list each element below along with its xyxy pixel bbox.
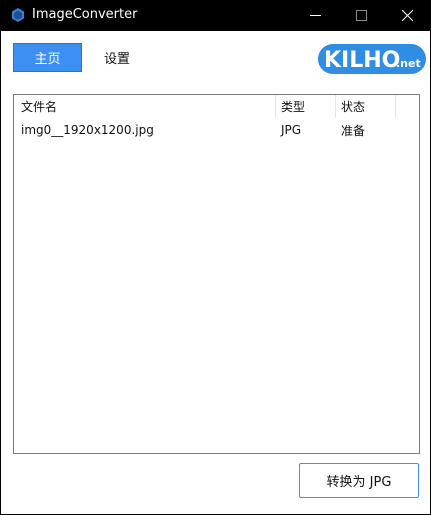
tab-home[interactable]: 主页 — [13, 43, 82, 72]
app-logo-icon — [12, 8, 24, 22]
column-header-filename[interactable]: 文件名 — [21, 95, 271, 118]
cell-filename: img0__1920x1200.jpg — [21, 123, 154, 137]
window-title: ImageConverter — [32, 7, 138, 22]
table-row[interactable]: img0__1920x1200.jpg JPG 准备 — [14, 119, 419, 141]
logo-text-suffix: .net — [396, 57, 421, 70]
maximize-button[interactable] — [338, 0, 384, 31]
column-header-status[interactable]: 状态 — [341, 95, 391, 118]
close-icon — [401, 10, 413, 21]
tab-settings[interactable]: 设置 — [94, 43, 140, 72]
minimize-button[interactable] — [292, 0, 338, 31]
cell-status: 准备 — [341, 123, 366, 138]
title-bar[interactable]: ImageConverter — [1, 0, 430, 31]
column-header-type[interactable]: 类型 — [281, 95, 331, 118]
file-list[interactable]: 文件名 类型 状态 img0__1920x1200.jpg JPG 准备 — [13, 94, 420, 454]
cell-type: JPG — [281, 123, 302, 137]
close-button[interactable] — [384, 0, 430, 31]
column-separator[interactable] — [335, 95, 336, 118]
list-header: 文件名 类型 状态 — [14, 95, 419, 118]
minimize-icon — [309, 15, 321, 16]
convert-button[interactable]: 转换为 JPG — [299, 463, 419, 498]
logo-text-main: KILHO — [324, 48, 400, 73]
kilho-logo: KILHO .net — [318, 44, 426, 74]
app-window: ImageConverter 主页 设置 KILHO .net 文件名 类型 状… — [0, 0, 431, 515]
column-separator[interactable] — [395, 95, 396, 118]
column-separator[interactable] — [275, 95, 276, 118]
maximize-icon — [355, 10, 367, 21]
